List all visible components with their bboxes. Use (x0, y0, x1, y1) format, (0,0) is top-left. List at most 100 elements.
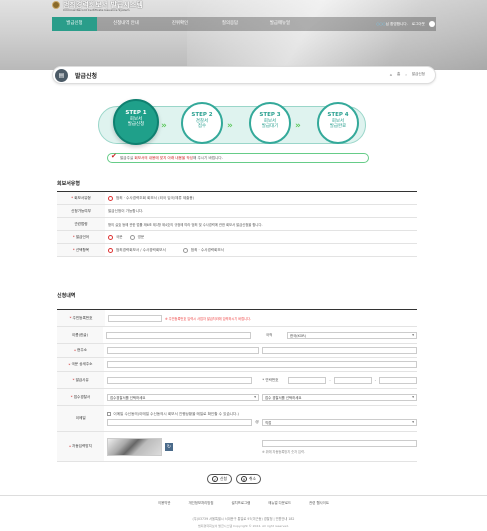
type-table: * 회보서유형 범죄 · 수사경력조회 회보서 (외국 입국/체류 제출용) 신… (57, 191, 417, 257)
email-domain-value: 직접 (265, 420, 272, 425)
label-captcha: * 자동입력방지 (57, 432, 104, 461)
nav-item-verify[interactable]: 진위확인 (155, 17, 205, 31)
dropdown-arrow-icon: ▾ (412, 420, 414, 424)
step-arrow-icon: » (161, 121, 167, 131)
row-law: 관련법령 형의 실효 등에 관한 법률 제6조 제1항 제4호의 규정에 따라 … (57, 218, 417, 231)
label-language: * 발급언어 (57, 231, 105, 243)
row-purpose: * 발급사유 * 연락번호 - - (57, 372, 417, 389)
radio-english[interactable] (129, 234, 135, 240)
police-emblem-icon (52, 0, 60, 9)
user-icon[interactable] (429, 21, 435, 27)
apply-button[interactable]: ✓ 신청 (207, 474, 232, 484)
rrn-input[interactable] (108, 314, 162, 322)
step-4-line1: 회보서 (331, 118, 345, 124)
label-language-text: 발급언어 (75, 234, 90, 239)
step-1: STEP 1 회보서 발급신청 (113, 99, 159, 145)
nation-select[interactable]: 한국(KOR) ▾ (287, 331, 417, 339)
footer-link-terms[interactable]: 이용약관 (158, 500, 170, 505)
law-value: 형의 실효 등에 관한 법률 제6조 제1항 제4호의 규정에 따라 범죄 및 … (108, 222, 263, 227)
logo[interactable]: 범죄경력회보서 발급시스템 Criminal Record Certificat… (52, 0, 143, 12)
home-icon[interactable]: ⌂ (390, 73, 392, 77)
row-captcha: * 자동입력방지 ↻ ※ 위에 자동등록방지 숫자 입력. (57, 432, 417, 462)
email-domain-select[interactable]: 직접 ▾ (262, 418, 417, 426)
dropdown-arrow-icon: ▾ (412, 333, 414, 337)
type-value: 범죄 · 수사경력조회 회보서 (외국 입국/체류 제출용) (116, 195, 195, 200)
breadcrumb: ⌂ 홈 › 발급신청 (390, 72, 425, 77)
nav-item-apply[interactable]: 발급신청 (52, 17, 97, 31)
label-purpose: * 발급사유 (57, 372, 105, 388)
refresh-icon[interactable]: ↻ (165, 442, 173, 451)
label-rrn: * 주민등록번호 (57, 310, 105, 326)
phone-input-2[interactable] (333, 376, 372, 384)
header: 범죄경력회보서 발급시스템 Criminal Record Certificat… (0, 0, 487, 70)
label-scope-text: 선택항목 (75, 247, 90, 252)
dropdown-arrow-icon: ▾ (254, 395, 256, 399)
purpose-input[interactable] (107, 376, 253, 384)
office-select[interactable]: 접수경찰서를 선택하세요 ▾ (107, 393, 259, 401)
label-office-text: 접수경찰서 (73, 394, 91, 399)
logo-subtitle: Criminal Record Certificate Issuance Sys… (63, 8, 130, 12)
label-address-text: 현주소 (77, 348, 87, 352)
row-language: * 발급언어 국문 영문 (57, 231, 417, 244)
label-phone: * 연락번호 (262, 377, 279, 382)
address-input[interactable] (107, 347, 259, 354)
phone-input-3[interactable] (379, 376, 417, 384)
footer-link-sites[interactable]: 관련 웹사이트 (309, 500, 329, 505)
nav-item-qna[interactable]: 질의응답 (205, 17, 255, 31)
nav-item-manual[interactable]: 발급매뉴얼 (255, 17, 305, 31)
step-arrow-icon: » (295, 121, 301, 131)
radio-scope-combined[interactable] (182, 247, 188, 253)
apply-button-label: 신청 (220, 476, 227, 481)
dropdown-arrow-icon: ▾ (412, 395, 414, 399)
breadcrumb-home[interactable]: 홈 (397, 72, 400, 77)
checkmark-icon: ✔ (111, 152, 117, 160)
email-id-input[interactable] (107, 418, 253, 426)
row-rrn: * 주민등록번호 ※ 주민등록번호 입력시 사업자 발급처리에 입력하시기 바랍… (57, 310, 417, 327)
cancel-button-label: 취소 (249, 476, 256, 481)
welcome-text: ○○○님 환영합니다. (376, 22, 408, 27)
header-decoration (187, 0, 487, 70)
target-value: 발급신청이 가능합니다. (108, 208, 144, 213)
captcha-input[interactable] (262, 439, 417, 447)
email-consent-checkbox[interactable] (107, 412, 112, 416)
radio-korean[interactable] (108, 234, 113, 240)
row-office: * 접수경찰서 접수경찰서를 선택하세요 ▾ 접수 경찰서를 선택하세요 ▾ (57, 389, 417, 406)
address2-input[interactable] (107, 361, 417, 368)
step-2-line1: 경찰서 (195, 118, 209, 124)
row-name: 이름(한글) 국적 한국(KOR) ▾ (57, 327, 417, 344)
row-address-detail: * 국문 상세주소 (57, 358, 417, 372)
row-email: 이메일 이메일 수신동의(이메일 수신동의시 회보서 진행상황을 메일로 확인할… (57, 406, 417, 432)
label-purpose-text: 발급사유 (75, 377, 89, 382)
label-type-text: 회보서유형 (74, 195, 91, 200)
step-2: STEP 2 경찰서 접수 (181, 102, 223, 144)
radio-scope-separate[interactable] (108, 247, 113, 253)
office-select-2-value: 접수 경찰서를 선택하세요 (265, 395, 302, 400)
step-4-line2: 발급완료 (329, 124, 347, 129)
footer-link-manual[interactable]: 매뉴얼 다운로드 (268, 500, 291, 505)
office-select-2[interactable]: 접수 경찰서를 선택하세요 ▾ (262, 393, 417, 401)
address-detail-input[interactable] (262, 347, 417, 354)
notice-pre: 발급주실 (120, 156, 135, 160)
radio-scope-combined-label: 범죄 · 수사경력회보서 (190, 247, 224, 252)
step-3-line1: 회보서 (263, 118, 277, 124)
cancel-button[interactable]: ✕ 취소 (236, 474, 261, 484)
name-input[interactable] (106, 331, 251, 339)
radio-type[interactable] (108, 195, 113, 201)
footer: 이용약관 개인정보처리방침 설치프로그램 매뉴얼 다운로드 관련 웹사이트 (우… (0, 495, 487, 528)
phone-input-1[interactable] (288, 376, 327, 384)
check-icon: ✓ (212, 476, 218, 482)
footer-copyright: 범죄경력회보서 발급시스템 Copyright © 2024. All righ… (198, 524, 289, 528)
footer-address: (우)03739 서울특별시 서대문구 통일로 97(미근동) 경찰청 | 민원… (192, 517, 295, 521)
row-target: 신청가능여부 발급신청이 가능합니다. (57, 205, 417, 218)
nation-select-value: 한국(KOR) (290, 333, 306, 338)
logout-link[interactable]: 로그아웃 (412, 22, 425, 27)
section-title-type: 회보서유형 (57, 181, 81, 187)
nav-item-guide[interactable]: 신청내역 안내 (97, 17, 155, 31)
label-address: * 현주소 (57, 344, 104, 357)
footer-link-privacy[interactable]: 개인정보처리방침 (189, 500, 214, 505)
label-email: 이메일 (57, 406, 105, 431)
footer-link-install[interactable]: 설치프로그램 (232, 500, 251, 505)
user-utility: ○○○님 환영합니다. 로그아웃 (376, 17, 435, 31)
page-title-bar: ▤ 발급신청 ⌂ 홈 › 발급신청 (52, 66, 436, 84)
step-progress: STEP 1 회보서 발급신청 » STEP 2 경찰서 접수 » STEP 3… (98, 99, 366, 145)
